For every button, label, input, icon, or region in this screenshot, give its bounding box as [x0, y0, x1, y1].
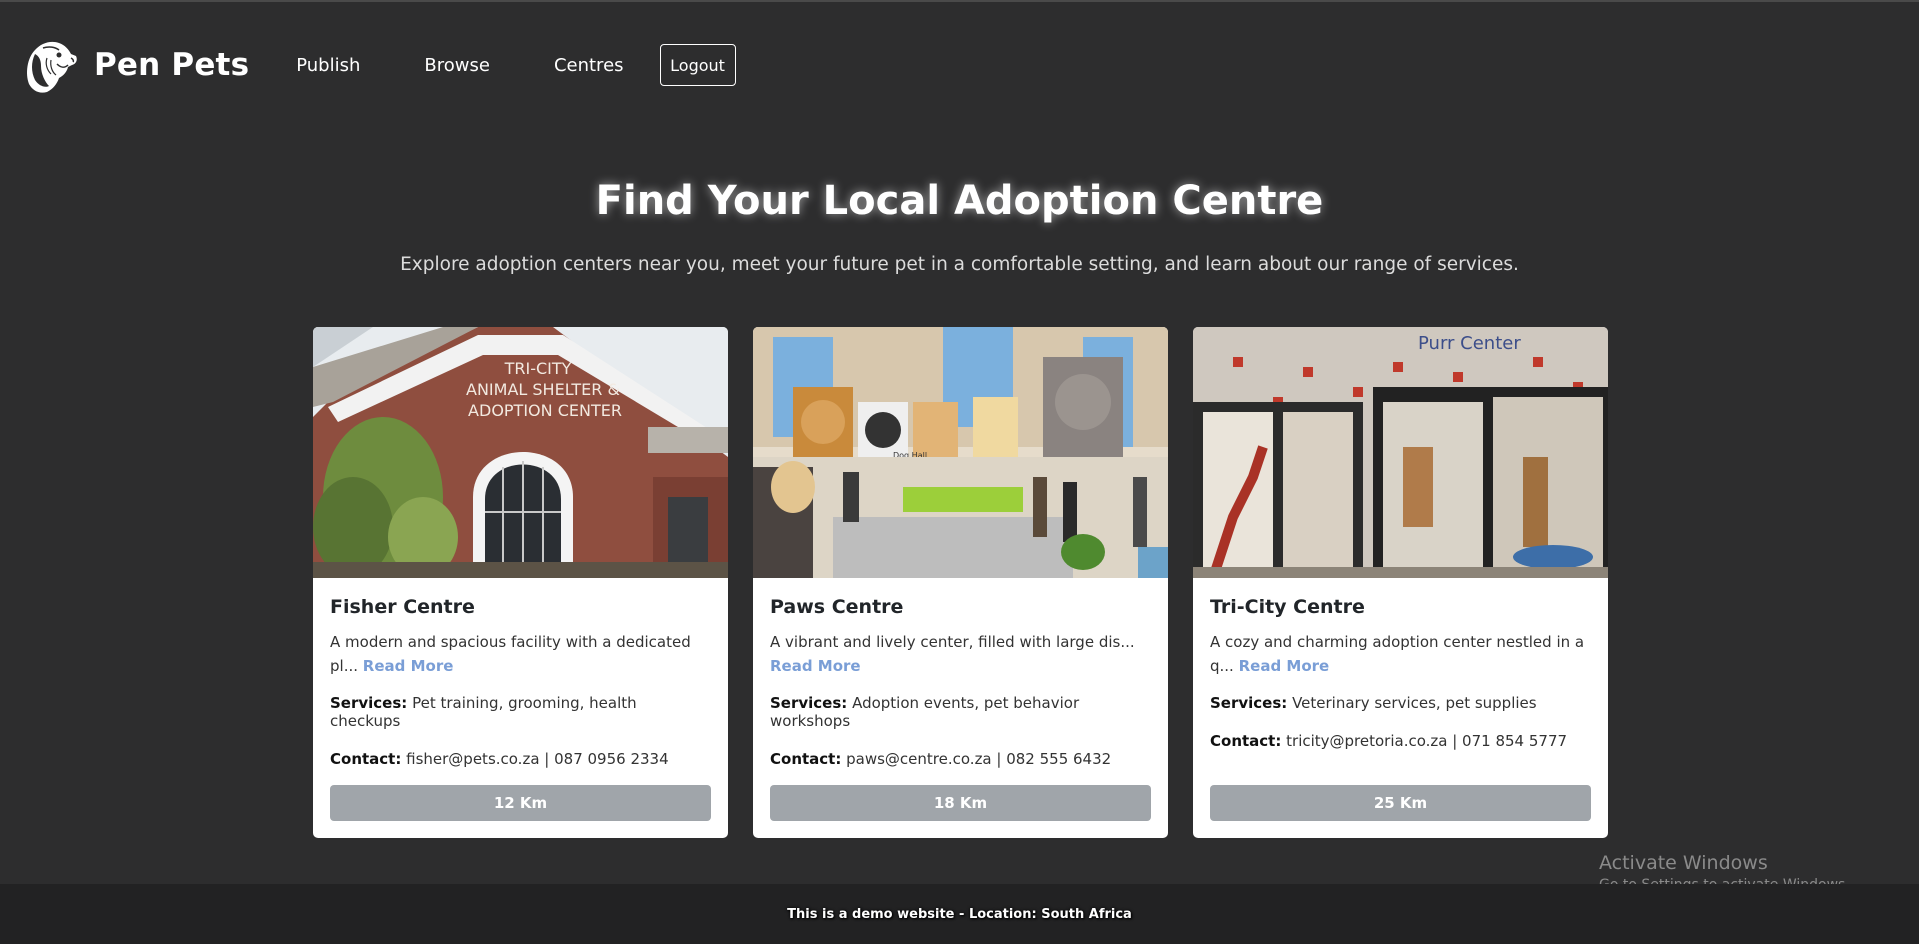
centre-cards: TRI-CITY ANIMAL SHELTER & ADOPTION CENTE… — [313, 327, 1608, 838]
services-line: Services: Adoption events, pet behavior … — [770, 694, 1151, 730]
dog-logo-icon[interactable] — [20, 33, 80, 97]
services-line: Services: Veterinary services, pet suppl… — [1210, 694, 1591, 712]
services-label: Services: — [770, 694, 848, 712]
sign-line-1: TRI-CITY — [504, 359, 572, 378]
footer-text: This is a demo website - Location: South… — [787, 906, 1132, 922]
distance-button[interactable]: 25 Km — [1210, 785, 1591, 821]
centre-card-fisher: TRI-CITY ANIMAL SHELTER & ADOPTION CENTE… — [313, 327, 728, 838]
centre-image: Purr Center — [1193, 327, 1608, 578]
watermark-title: Activate Windows — [1599, 852, 1768, 874]
read-more-link[interactable]: Read More — [770, 657, 861, 675]
contact-value: fisher@pets.co.za | 087 0956 2334 — [406, 750, 669, 768]
description-text: A vibrant and lively center, filled with… — [770, 633, 1135, 651]
services-value: Veterinary services, pet supplies — [1292, 694, 1537, 712]
contact-label: Contact: — [1210, 732, 1282, 750]
centre-description: A cozy and charming adoption center nest… — [1210, 630, 1591, 678]
centre-description: A vibrant and lively center, filled with… — [770, 630, 1151, 678]
purr-center-sign: Purr Center — [1418, 333, 1521, 354]
navbar: Pen Pets Publish Browse Centres Logout — [20, 30, 736, 100]
logout-button[interactable]: Logout — [659, 44, 736, 86]
contact-line: Contact: fisher@pets.co.za | 087 0956 23… — [330, 750, 711, 768]
page-title: Find Your Local Adoption Centre — [595, 178, 1324, 224]
footer: This is a demo website - Location: South… — [0, 884, 1919, 944]
nav-link-publish[interactable]: Publish — [296, 55, 360, 76]
nav-links: Publish Browse Centres Logout — [296, 44, 736, 86]
nav-link-browse[interactable]: Browse — [424, 55, 490, 76]
sign-line-2: ANIMAL SHELTER & — [466, 380, 620, 399]
centre-image: Dog Hall — [753, 327, 1168, 578]
page-subtitle: Explore adoption centers near you, meet … — [400, 254, 1519, 275]
read-more-link[interactable]: Read More — [363, 657, 454, 675]
nav-link-centres[interactable]: Centres — [554, 55, 624, 76]
centre-name: Fisher Centre — [330, 596, 475, 618]
centre-name: Tri-City Centre — [1210, 596, 1365, 618]
contact-label: Contact: — [770, 750, 842, 768]
contact-value: paws@centre.co.za | 082 555 6432 — [846, 750, 1112, 768]
contact-label: Contact: — [330, 750, 402, 768]
centre-card-tricity: Purr Center Tri-City Centre A cozy and c… — [1193, 327, 1608, 838]
read-more-link[interactable]: Read More — [1239, 657, 1330, 675]
brand-name[interactable]: Pen Pets — [94, 47, 249, 83]
services-label: Services: — [330, 694, 408, 712]
centre-image: TRI-CITY ANIMAL SHELTER & ADOPTION CENTE… — [313, 327, 728, 578]
distance-button[interactable]: 12 Km — [330, 785, 711, 821]
centre-description: A modern and spacious facility with a de… — [330, 630, 711, 678]
sign-line-3: ADOPTION CENTER — [468, 401, 622, 420]
centre-card-paws: Dog Hall Paws Centre A vibrant and livel… — [753, 327, 1168, 838]
services-label: Services: — [1210, 694, 1288, 712]
contact-value: tricity@pretoria.co.za | 071 854 5777 — [1286, 732, 1568, 750]
services-line: Services: Pet training, grooming, health… — [330, 694, 711, 730]
distance-button[interactable]: 18 Km — [770, 785, 1151, 821]
contact-line: Contact: tricity@pretoria.co.za | 071 85… — [1210, 732, 1591, 750]
centre-name: Paws Centre — [770, 596, 904, 618]
top-border — [0, 0, 1919, 2]
contact-line: Contact: paws@centre.co.za | 082 555 643… — [770, 750, 1151, 768]
